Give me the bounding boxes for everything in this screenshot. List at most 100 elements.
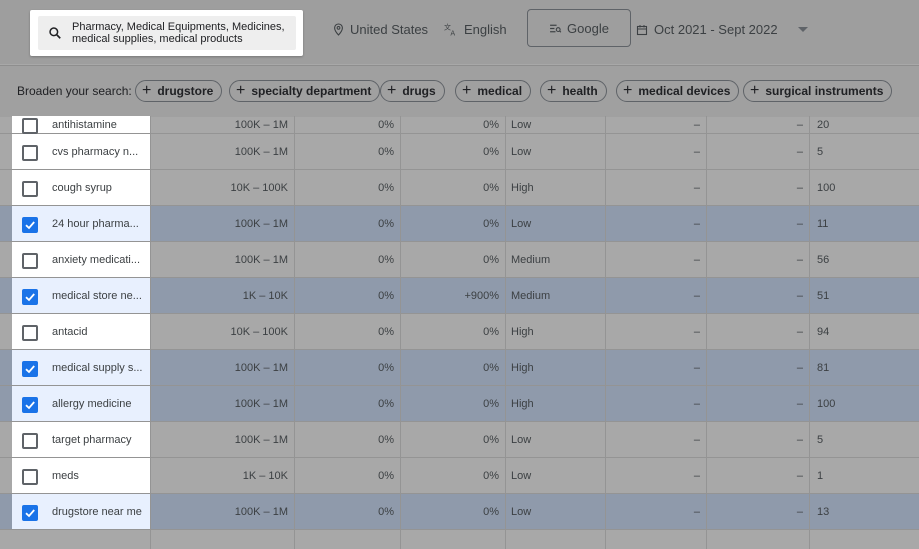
keyword-cell[interactable]: drugstore near me xyxy=(12,494,150,529)
yoy-change-cell: 0% xyxy=(483,253,499,266)
chip-drugstore[interactable]: + drugstore xyxy=(135,80,223,102)
competition-index-cell: 1 xyxy=(817,469,824,482)
keyword-text: antihistamine xyxy=(52,118,117,131)
keyword-cell[interactable]: cvs pharmacy n... xyxy=(12,134,150,169)
competition-cell: Low xyxy=(511,505,532,518)
table-row[interactable]: medical store ne... 1K – 10K 0% +900% Medium… xyxy=(0,278,919,314)
competition-index-cell: 100 xyxy=(817,181,836,194)
competition-cell: Medium xyxy=(511,253,551,266)
three-month-change-cell: 0% xyxy=(378,505,394,518)
table-row[interactable]: drugstore near me 100K – 1M 0% 0% Low – – 13 xyxy=(0,494,919,530)
keyword-text: medical store ne... xyxy=(52,289,142,302)
column-divider xyxy=(706,116,707,549)
yoy-change-cell: 0% xyxy=(483,145,499,158)
table-row[interactable]: antihistamine 100K – 1M 0% 0% Low – – 20 xyxy=(0,116,919,134)
chip-label: specialty department xyxy=(251,84,372,98)
ad-impression-share-cell: – xyxy=(693,181,700,194)
avg-monthly-searches-cell: 1K – 10K xyxy=(242,469,288,482)
keyword-search-field[interactable]: Pharmacy, Medical Equipments, Medicines,… xyxy=(38,16,296,50)
three-month-change-cell: 0% xyxy=(378,469,394,482)
checkbox-icon[interactable] xyxy=(22,144,38,161)
bid-low-cell: – xyxy=(796,361,803,374)
chip-label: drugstore xyxy=(157,84,214,98)
yoy-change-cell: 0% xyxy=(483,433,499,446)
keyword-cell[interactable]: anxiety medicati... xyxy=(12,242,150,277)
table-row[interactable]: anxiety medicati... 100K – 1M 0% 0% Medium – –… xyxy=(0,242,919,278)
search-icon xyxy=(49,27,61,39)
filter-bar: Pharmacy, Medical Equipments, Medicines,… xyxy=(0,0,919,64)
table-row[interactable]: medical supply s... 100K – 1M 0% 0% High – – 81 xyxy=(0,350,919,386)
column-divider xyxy=(605,116,606,549)
yoy-change-cell: 0% xyxy=(483,469,499,482)
table-row[interactable]: antacid 10K – 100K 0% 0% High – – 94 xyxy=(0,314,919,350)
keyword-text: meds xyxy=(52,469,79,482)
network-filter-button[interactable]: Google xyxy=(527,9,631,47)
chip-medical-devices[interactable]: + medical devices xyxy=(616,80,740,102)
dropdown-arrow-icon[interactable] xyxy=(797,26,808,33)
bid-low-cell: – xyxy=(796,181,803,194)
checkbox-icon[interactable] xyxy=(22,117,38,134)
avg-monthly-searches-cell: 1K – 10K xyxy=(242,289,288,302)
keyword-cell[interactable]: medical store ne... xyxy=(12,278,150,313)
checkbox-icon[interactable] xyxy=(22,180,38,197)
chip-surgical-instruments[interactable]: + surgical instruments xyxy=(743,80,893,102)
checkbox-icon[interactable] xyxy=(22,504,38,521)
calendar-icon xyxy=(636,24,648,35)
competition-cell: Low xyxy=(511,433,532,446)
plus-icon: + xyxy=(462,82,472,99)
keyword-cell[interactable]: meds xyxy=(12,458,150,493)
avg-monthly-searches-cell: 10K – 100K xyxy=(230,181,289,194)
checkbox-icon[interactable] xyxy=(22,360,38,377)
chip-medical[interactable]: + medical xyxy=(455,80,532,102)
plus-icon: + xyxy=(142,82,152,99)
keyword-cell[interactable]: target pharmacy xyxy=(12,422,150,457)
table-row[interactable]: cvs pharmacy n... 100K – 1M 0% 0% Low – – 5 xyxy=(0,134,919,170)
keyword-search-box[interactable]: Pharmacy, Medical Equipments, Medicines,… xyxy=(30,10,303,56)
chip-label: health xyxy=(562,84,598,98)
table-row[interactable]: cough syrup 10K – 100K 0% 0% High – – 100 xyxy=(0,170,919,206)
competition-index-cell: 94 xyxy=(817,325,830,338)
checkbox-icon[interactable] xyxy=(22,396,38,413)
keyword-text: medical supply s... xyxy=(52,361,143,374)
checkbox-icon[interactable] xyxy=(22,432,38,449)
three-month-change-cell: 0% xyxy=(378,325,394,338)
keyword-cell[interactable]: 24 hour pharma... xyxy=(12,206,150,241)
table-row[interactable]: target pharmacy 100K – 1M 0% 0% Low – – 5 xyxy=(0,422,919,458)
keyword-cell[interactable]: allergy medicine xyxy=(12,386,150,421)
chip-specialty-department[interactable]: + specialty department xyxy=(229,80,381,102)
location-filter[interactable]: United States xyxy=(333,22,428,37)
language-filter[interactable]: 文 A English xyxy=(444,22,507,37)
translate-icon: 文 A xyxy=(444,23,455,36)
table-row[interactable]: allergy medicine 100K – 1M 0% 0% High – – 100 xyxy=(0,386,919,422)
yoy-change-cell: 0% xyxy=(483,505,499,518)
keyword-cell[interactable]: medical supply s... xyxy=(12,350,150,385)
yoy-change-cell: +900% xyxy=(464,289,499,302)
date-range-filter[interactable]: Oct 2021 - Sept 2022 xyxy=(636,22,808,37)
three-month-change-cell: 0% xyxy=(378,433,394,446)
competition-index-cell: 13 xyxy=(817,505,830,518)
keyword-cell[interactable]: antacid xyxy=(12,314,150,349)
chip-drugs[interactable]: + drugs xyxy=(380,80,445,102)
avg-monthly-searches-cell: 100K – 1M xyxy=(234,145,288,158)
chip-health[interactable]: + health xyxy=(540,80,607,102)
column-divider xyxy=(150,116,151,549)
ad-impression-share-cell: – xyxy=(693,253,700,266)
column-divider xyxy=(294,116,295,549)
date-range-label: Oct 2021 - Sept 2022 xyxy=(654,22,778,37)
checkbox-icon[interactable] xyxy=(22,252,38,269)
keyword-cell[interactable]: antihistamine xyxy=(12,116,150,134)
checkbox-icon[interactable] xyxy=(22,324,38,341)
table-row[interactable]: 24 hour pharma... 100K – 1M 0% 0% Low – – 11 xyxy=(0,206,919,242)
ad-impression-share-cell: – xyxy=(693,361,700,374)
three-month-change-cell: 0% xyxy=(378,253,394,266)
competition-index-cell: 5 xyxy=(817,433,824,446)
competition-cell: Low xyxy=(511,145,532,158)
table-row[interactable]: meds 1K – 10K 0% 0% Low – – 1 xyxy=(0,458,919,494)
three-month-change-cell: 0% xyxy=(378,361,394,374)
avg-monthly-searches-cell: 100K – 1M xyxy=(234,217,288,230)
ad-impression-share-cell: – xyxy=(693,145,700,158)
checkbox-icon[interactable] xyxy=(22,468,38,485)
keyword-cell[interactable]: cough syrup xyxy=(12,170,150,205)
checkbox-icon[interactable] xyxy=(22,216,38,233)
checkbox-icon[interactable] xyxy=(22,288,38,305)
